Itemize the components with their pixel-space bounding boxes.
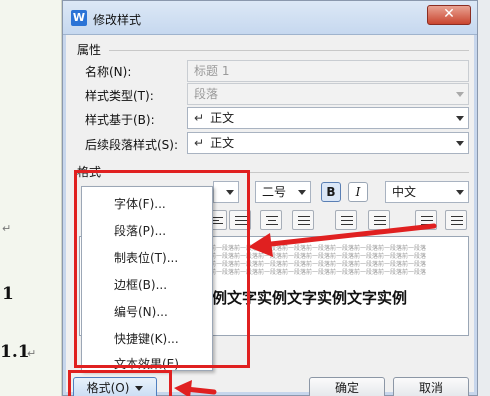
annotation-arrows (174, 223, 437, 396)
annotation-arrow-to-menu (248, 223, 437, 257)
annotation-arrow-to-format-button (174, 380, 217, 396)
